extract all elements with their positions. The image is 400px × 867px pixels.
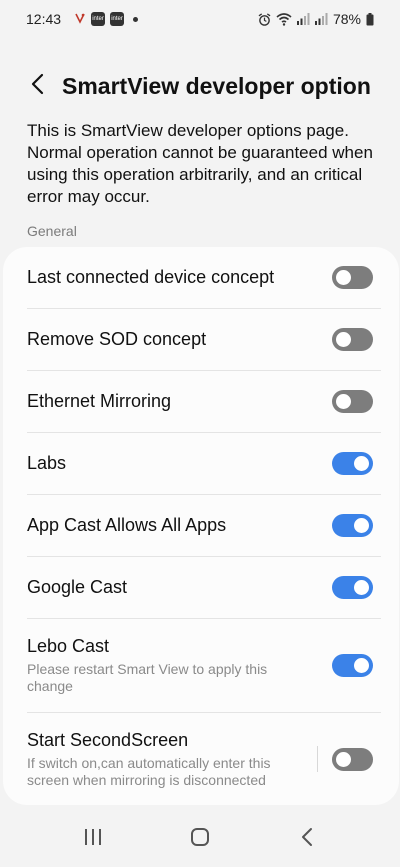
divider xyxy=(317,746,318,772)
wifi-icon xyxy=(276,12,292,26)
status-bar: 12:43 inter inter 78% xyxy=(0,0,400,38)
battery-icon xyxy=(366,12,374,26)
setting-row-google-cast[interactable]: Google Cast xyxy=(27,557,381,619)
toggle-switch[interactable] xyxy=(332,654,373,677)
setting-row-last-connected-device-concept[interactable]: Last connected device concept xyxy=(27,247,381,309)
page-description: This is SmartView developer options page… xyxy=(27,121,373,206)
setting-label: Remove SOD concept xyxy=(27,329,207,349)
toggle-switch[interactable] xyxy=(332,266,373,289)
setting-label: App Cast Allows All Apps xyxy=(27,515,227,535)
setting-row-ethernet-mirroring[interactable]: Ethernet Mirroring xyxy=(27,371,381,433)
signal-icon xyxy=(314,13,328,25)
app-badge-icon: inter xyxy=(91,12,106,26)
back-icon xyxy=(301,827,313,852)
toggle-switch[interactable] xyxy=(332,328,373,351)
alarm-icon xyxy=(258,12,271,26)
setting-row-lebo-cast[interactable]: Lebo Cast Please restart Smart View to a… xyxy=(27,619,381,713)
toggle-switch[interactable] xyxy=(332,390,373,413)
home-icon xyxy=(190,827,210,852)
setting-row-start-secondscreen[interactable]: Start SecondScreen If switch on,can auto… xyxy=(27,713,381,805)
back-nav-button[interactable] xyxy=(277,820,337,860)
status-right: 78% xyxy=(258,11,374,27)
status-time: 12:43 xyxy=(26,11,62,27)
notification-icon xyxy=(74,11,86,27)
toggle-switch[interactable] xyxy=(332,514,373,537)
more-notifications-dot xyxy=(133,16,139,22)
toggle-switch[interactable] xyxy=(332,452,373,475)
chevron-left-icon xyxy=(30,73,44,100)
setting-label: Labs xyxy=(27,453,67,473)
recents-icon xyxy=(83,828,103,851)
navigation-bar xyxy=(0,812,400,867)
setting-label: Google Cast xyxy=(27,577,128,597)
status-left: 12:43 inter inter xyxy=(26,11,139,27)
section-header-general: General xyxy=(27,223,77,239)
app-badge-icon: inter xyxy=(110,12,125,26)
toggle-switch[interactable] xyxy=(332,747,373,771)
top-app-bar: SmartView developer option xyxy=(0,64,400,108)
settings-card: Last connected device concept Remove SOD… xyxy=(3,247,399,805)
setting-description: Please restart Smart View to apply this … xyxy=(27,661,268,694)
setting-row-app-cast-allows-all-apps[interactable]: App Cast Allows All Apps xyxy=(27,495,381,557)
recents-button[interactable] xyxy=(63,820,123,860)
toggle-switch[interactable] xyxy=(332,576,373,599)
setting-row-labs[interactable]: Labs xyxy=(27,433,381,495)
setting-label: Start SecondScreen xyxy=(27,729,189,750)
page-title: SmartView developer option xyxy=(62,72,371,99)
home-button[interactable] xyxy=(170,820,230,860)
setting-row-remove-sod-concept[interactable]: Remove SOD concept xyxy=(27,309,381,371)
setting-description: If switch on,can automatically enter thi… xyxy=(27,754,271,788)
setting-label: Last connected device concept xyxy=(27,267,275,287)
setting-label: Lebo Cast xyxy=(27,636,110,656)
setting-label: Ethernet Mirroring xyxy=(27,391,172,411)
battery-percent: 78% xyxy=(332,11,361,27)
back-button[interactable] xyxy=(22,66,52,106)
signal-icon xyxy=(296,13,310,25)
